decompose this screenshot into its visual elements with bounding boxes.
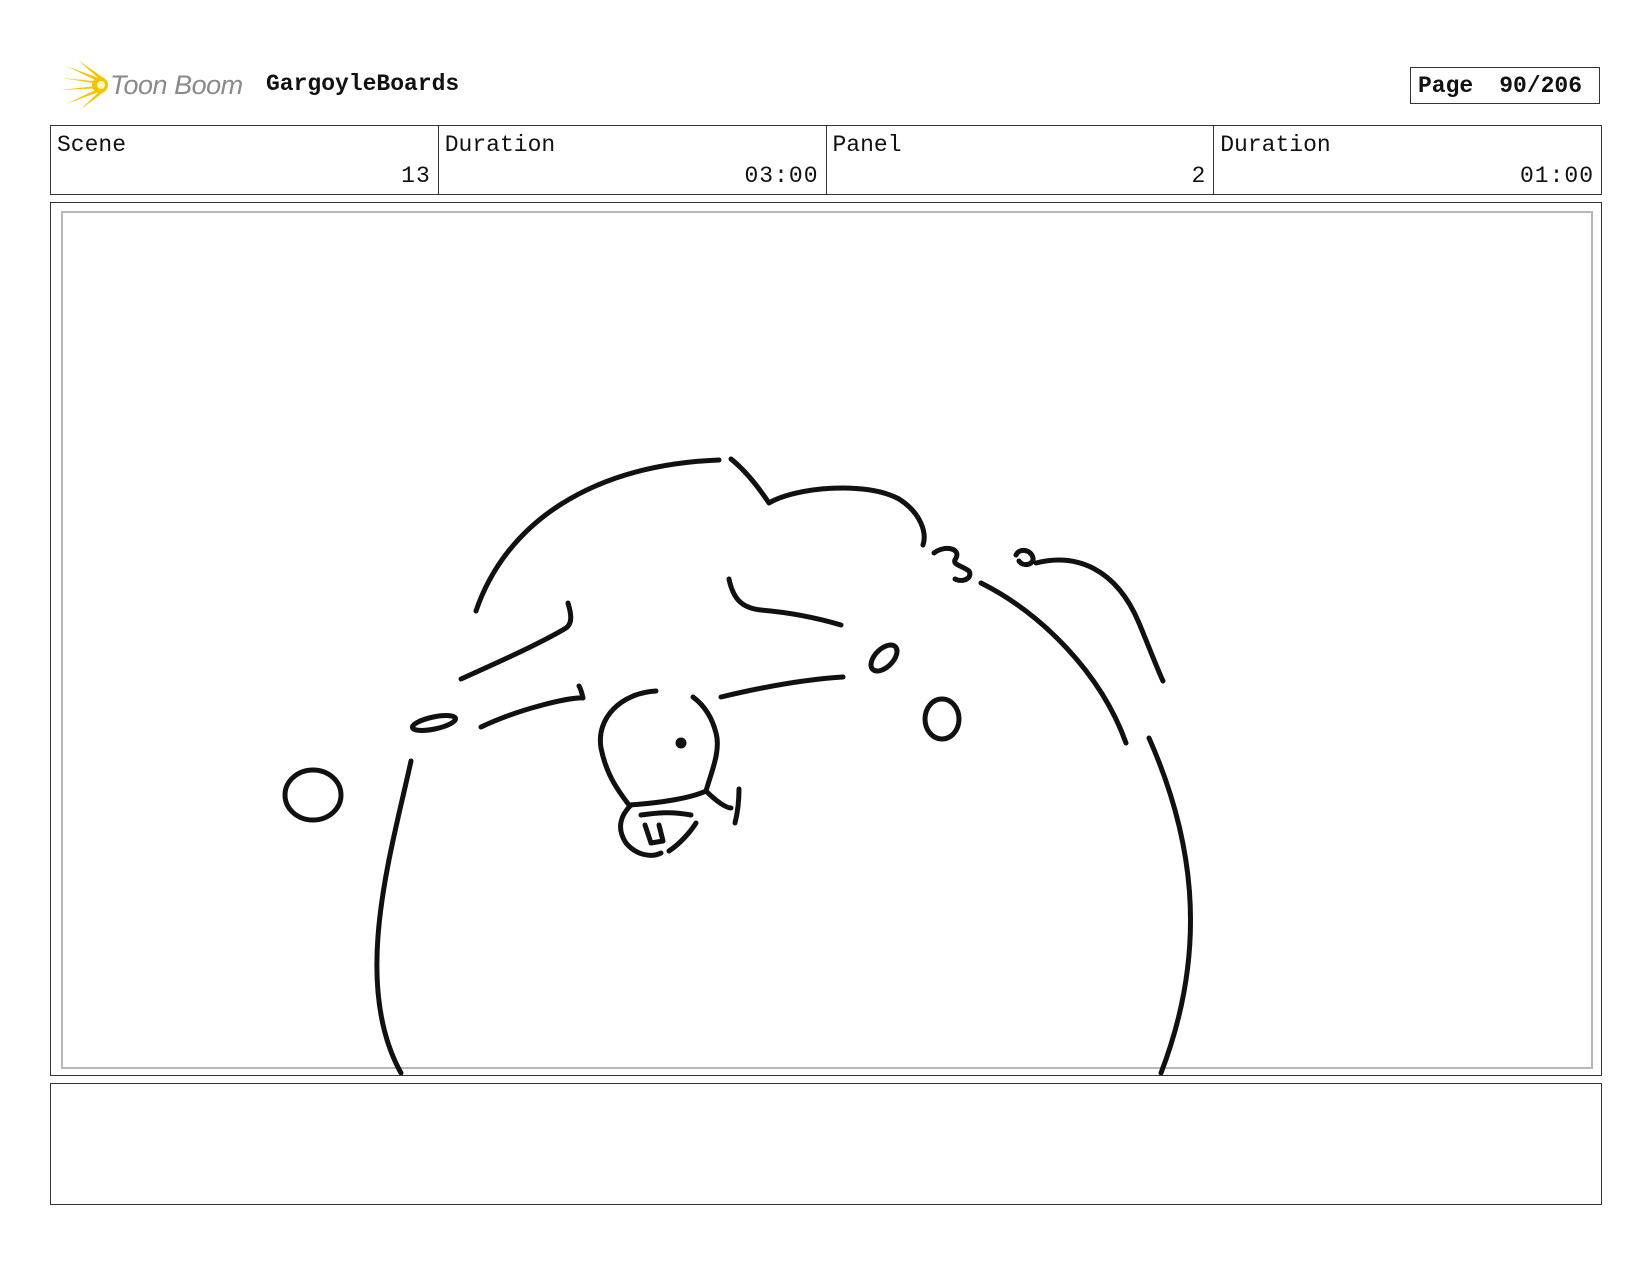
tongue xyxy=(642,822,666,846)
storyboard-panel xyxy=(50,202,1602,1076)
scene-label: Scene xyxy=(57,132,127,158)
scene-duration-value: 03:00 xyxy=(744,163,819,189)
logo-text: Toon Boom xyxy=(110,70,243,100)
right-tear xyxy=(868,642,900,674)
panel-duration-label: Duration xyxy=(1220,132,1331,158)
panel-value: 2 xyxy=(1191,163,1207,189)
project-name: GargoyleBoards xyxy=(266,71,460,97)
page-label: Page xyxy=(1418,72,1474,99)
page-header: Toon Boom GargoyleBoards Page 90/206 xyxy=(50,56,1602,116)
page-indicator: Page 90/206 xyxy=(1410,67,1600,104)
panel-duration-value: 01:00 xyxy=(1519,163,1594,189)
scene-cell: Scene 13 xyxy=(51,126,439,194)
scene-duration-cell: Duration 03:00 xyxy=(439,126,827,194)
toon-boom-logo: Toon Boom xyxy=(54,58,244,112)
panel-sketch xyxy=(282,456,1194,1075)
right-eye-line xyxy=(718,674,846,700)
panel-cell: Panel 2 xyxy=(827,126,1215,194)
panel-notes xyxy=(50,1083,1602,1205)
snout-side xyxy=(703,786,742,826)
head-outline-top xyxy=(473,457,722,614)
page-number: 90/206 xyxy=(1499,72,1583,99)
panel-info-row: Scene 13 Duration 03:00 Panel 2 Duration… xyxy=(50,125,1602,195)
scene-duration-label: Duration xyxy=(444,132,556,158)
ear-squiggle xyxy=(931,545,973,583)
nostril xyxy=(675,737,687,749)
bubble-left xyxy=(282,767,344,823)
scene-value: 13 xyxy=(401,163,431,189)
right-cheek-outline xyxy=(978,580,1129,746)
right-brow-curve xyxy=(726,576,844,628)
left-brow xyxy=(458,600,574,682)
panel-label: Panel xyxy=(832,132,902,158)
left-tear xyxy=(409,713,459,733)
starburst-icon xyxy=(60,60,108,110)
hair-tuft xyxy=(728,456,927,548)
ear-curl xyxy=(1013,548,1036,568)
body-left-outline xyxy=(374,758,414,1075)
bubble-right xyxy=(922,696,962,742)
side-outline xyxy=(1033,557,1166,684)
snout xyxy=(597,688,720,808)
left-eye-line xyxy=(478,683,586,730)
body-right-outline xyxy=(1146,735,1194,1075)
panel-duration-cell: Duration 01:00 xyxy=(1214,126,1601,194)
